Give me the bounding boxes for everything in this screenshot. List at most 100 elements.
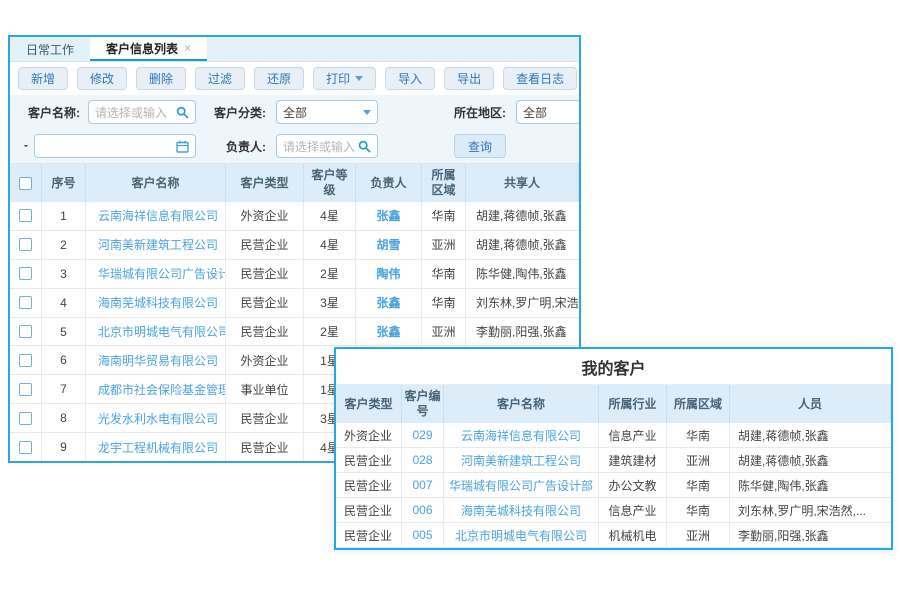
row-checkbox[interactable]: [19, 209, 32, 222]
header-name[interactable]: 客户名称: [444, 385, 599, 423]
header-industry[interactable]: 所属行业: [599, 385, 667, 423]
import-button[interactable]: 导入: [385, 67, 435, 90]
table-row[interactable]: 民营企业 007 华瑞城有限公司广告设计部 办公文教 华南 陈华健,陶伟,张鑫: [336, 473, 891, 498]
customer-type: 外资企业: [336, 423, 402, 447]
header-customer-name[interactable]: 客户名称: [86, 164, 226, 202]
checkbox-cell: [10, 260, 42, 288]
row-checkbox[interactable]: [19, 267, 32, 280]
customer-code-link[interactable]: 028: [402, 448, 444, 472]
row-checkbox[interactable]: [19, 238, 32, 251]
view-log-button[interactable]: 查看日志: [503, 67, 577, 90]
people: 李勤丽,阳强,张鑫: [730, 523, 891, 547]
search-button[interactable]: 查询: [454, 134, 506, 158]
table-row[interactable]: 1 云南海祥信息有限公司 外资企业 4星 张鑫 华南 胡建,蒋德帧,张鑫: [10, 202, 579, 231]
tab-customer-list-label: 客户信息列表: [106, 40, 178, 57]
customer-code-link[interactable]: 029: [402, 423, 444, 447]
owner-link[interactable]: 张鑫: [356, 318, 422, 346]
owner-link[interactable]: 张鑫: [356, 202, 422, 230]
print-button[interactable]: 打印: [313, 67, 376, 90]
header-no[interactable]: 序号: [42, 164, 86, 202]
customer-name-link[interactable]: 北京市明城电气有限公司: [444, 523, 599, 547]
industry: 信息产业: [599, 423, 667, 447]
header-customer-level[interactable]: 客户等级: [304, 164, 356, 202]
table-row[interactable]: 民营企业 006 海南芜城科技有限公司 信息产业 华南 刘东林,罗广明,宋浩然,…: [336, 498, 891, 523]
search-icon[interactable]: [358, 140, 371, 153]
customer-name-link[interactable]: 云南海祥信息有限公司: [444, 423, 599, 447]
restore-button-label: 还原: [267, 70, 291, 87]
category-value: 全部: [283, 104, 363, 121]
row-no: 2: [42, 231, 86, 259]
view-log-button-label: 查看日志: [516, 70, 564, 87]
row-checkbox[interactable]: [19, 296, 32, 309]
owner-link[interactable]: 胡雪: [356, 231, 422, 259]
row-checkbox[interactable]: [19, 383, 32, 396]
select-all-checkbox[interactable]: [19, 177, 32, 190]
people: 胡建,蒋德帧,张鑫: [730, 448, 891, 472]
customer-name-link[interactable]: 海南明华贸易有限公司: [86, 346, 226, 374]
customer-name-link[interactable]: 海南芜城科技有限公司: [86, 289, 226, 317]
customer-name-input[interactable]: 请选择或输入: [88, 100, 196, 124]
tab-close-icon[interactable]: ×: [184, 42, 191, 54]
tab-daily-work[interactable]: 日常工作: [10, 37, 90, 61]
category-select[interactable]: 全部: [276, 100, 378, 124]
customer-name-link[interactable]: 龙宇工程机械有限公司: [86, 433, 226, 461]
table-row[interactable]: 4 海南芜城科技有限公司 民营企业 3星 张鑫 华南 刘东林,罗广明,宋浩然,张…: [10, 289, 579, 318]
row-checkbox[interactable]: [19, 412, 32, 425]
owner-input[interactable]: 请选择或输入: [276, 134, 378, 158]
customer-name-link[interactable]: 河南美新建筑工程公司: [444, 448, 599, 472]
calendar-icon[interactable]: [176, 140, 189, 153]
date-range-separator: -: [24, 138, 28, 152]
my-customers-title: 我的客户: [336, 349, 891, 385]
table-row[interactable]: 5 北京市明城电气有限公司 民营企业 2星 张鑫 亚洲 李勤丽,阳强,张鑫: [10, 318, 579, 347]
customer-name-link[interactable]: 华瑞城有限公司广告设计部: [444, 473, 599, 497]
row-checkbox[interactable]: [19, 325, 32, 338]
select-all-cell: [10, 164, 42, 202]
customer-type: 民营企业: [226, 404, 304, 432]
header-shared[interactable]: 共享人: [466, 164, 579, 202]
export-button[interactable]: 导出: [444, 67, 494, 90]
edit-button[interactable]: 修改: [77, 67, 127, 90]
region-label: 所在地区:: [454, 104, 506, 121]
table-row[interactable]: 2 河南美新建筑工程公司 民营企业 4星 胡雪 亚洲 胡建,蒋德帧,张鑫: [10, 231, 579, 260]
checkbox-cell: [10, 231, 42, 259]
header-customer-level-label: 客户等级: [310, 168, 350, 198]
customer-name-link[interactable]: 成都市社会保险基金管理...: [86, 375, 226, 403]
search-icon[interactable]: [176, 106, 189, 119]
restore-button[interactable]: 还原: [254, 67, 304, 90]
customer-name-link[interactable]: 北京市明城电气有限公司: [86, 318, 226, 346]
tab-customer-list[interactable]: 客户信息列表 ×: [90, 37, 207, 61]
tab-daily-work-label: 日常工作: [26, 41, 74, 58]
table-row[interactable]: 外资企业 029 云南海祥信息有限公司 信息产业 华南 胡建,蒋德帧,张鑫: [336, 423, 891, 448]
customer-code-link[interactable]: 005: [402, 523, 444, 547]
people: 胡建,蒋德帧,张鑫: [730, 423, 891, 447]
header-people[interactable]: 人员: [730, 385, 891, 423]
owner-link[interactable]: 陶伟: [356, 260, 422, 288]
delete-button[interactable]: 删除: [136, 67, 186, 90]
add-button[interactable]: 新增: [18, 67, 68, 90]
header-code[interactable]: 客户编号: [402, 385, 444, 423]
customer-code-link[interactable]: 007: [402, 473, 444, 497]
customer-name-link[interactable]: 海南芜城科技有限公司: [444, 498, 599, 522]
customer-name-link[interactable]: 光发水利水电有限公司: [86, 404, 226, 432]
customer-name-link[interactable]: 华瑞城有限公司广告设计部: [86, 260, 226, 288]
filter-button[interactable]: 过滤: [195, 67, 245, 90]
region-select[interactable]: 全部: [516, 100, 581, 124]
row-checkbox[interactable]: [19, 354, 32, 367]
header-customer-type[interactable]: 客户类型: [226, 164, 304, 202]
customer-name-link[interactable]: 河南美新建筑工程公司: [86, 231, 226, 259]
customer-code-link[interactable]: 006: [402, 498, 444, 522]
customer-name-placeholder: 请选择或输入: [95, 104, 176, 121]
table-row[interactable]: 3 华瑞城有限公司广告设计部 民营企业 2星 陶伟 华南 陈华健,陶伟,张鑫: [10, 260, 579, 289]
owner-link[interactable]: 张鑫: [356, 289, 422, 317]
header-owner[interactable]: 负责人: [356, 164, 422, 202]
header-region[interactable]: 所属区域: [667, 385, 730, 423]
region: 亚洲: [422, 318, 466, 346]
header-region[interactable]: 所属区域: [422, 164, 466, 202]
row-checkbox[interactable]: [19, 441, 32, 454]
customer-name-link[interactable]: 云南海祥信息有限公司: [86, 202, 226, 230]
customer-name-label: 客户名称:: [28, 104, 80, 121]
table-row[interactable]: 民营企业 005 北京市明城电气有限公司 机械机电 亚洲 李勤丽,阳强,张鑫: [336, 523, 891, 548]
header-type[interactable]: 客户类型: [336, 385, 402, 423]
table-row[interactable]: 民营企业 028 河南美新建筑工程公司 建筑建材 亚洲 胡建,蒋德帧,张鑫: [336, 448, 891, 473]
date-input[interactable]: [34, 134, 196, 158]
